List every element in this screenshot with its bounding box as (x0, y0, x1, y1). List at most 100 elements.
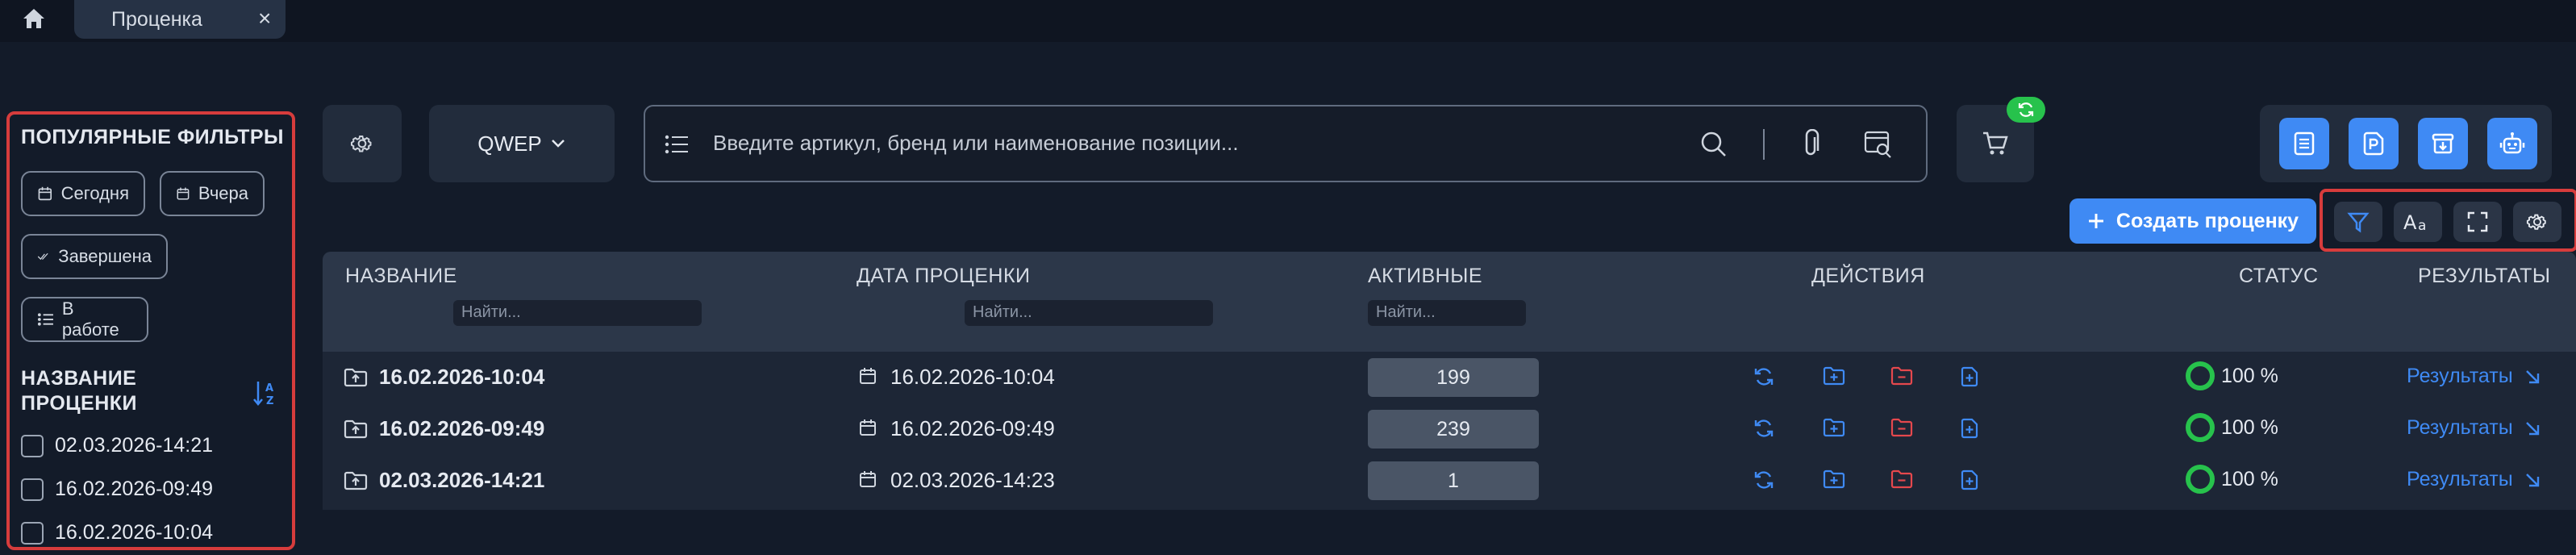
plus-icon (2088, 214, 2103, 228)
fullscreen-icon (2467, 211, 2488, 232)
row-date: 02.03.2026-14:23 (890, 468, 1055, 492)
filter-icon (2347, 212, 2370, 233)
sidebar-filters: ПОПУЛЯРНЫЕ ФИЛЬТРЫ Сегодня Вчера Заверше… (6, 111, 295, 550)
folder-remove-icon[interactable] (1890, 366, 1913, 386)
table-body: 16.02.2026-10:04 16.02.2026-10:04 199 10… (323, 352, 2576, 510)
sort-az-button[interactable]: AZ (252, 379, 277, 407)
home-button[interactable] (11, 0, 56, 37)
row-date: 16.02.2026-09:49 (890, 416, 1055, 440)
name-filter-item-label: 16.02.2026-09:49 (55, 478, 214, 500)
row-name[interactable]: 02.03.2026-14:21 (379, 468, 544, 493)
name-filter-item[interactable]: 02.03.2026-14:21 (21, 434, 213, 457)
table-row[interactable]: 16.02.2026-09:49 16.02.2026-09:49 239 10… (323, 403, 2576, 453)
chevron-down-icon (551, 140, 565, 148)
robot-button[interactable] (2487, 118, 2537, 169)
search-input[interactable]: Введите артикул, бренд или наименование … (713, 131, 1239, 156)
paperclip-icon[interactable] (1799, 129, 1823, 160)
file-add-icon[interactable] (1960, 469, 1979, 490)
column-header-name[interactable]: НАЗВАНИЕ (345, 265, 457, 288)
sync-icon (2018, 102, 2034, 117)
arrow-down-right-icon (2525, 473, 2539, 486)
checkbox[interactable] (21, 478, 44, 501)
robot-icon (2499, 132, 2525, 154)
home-icon (23, 9, 44, 28)
source-select-label: QWEP (477, 131, 542, 156)
refresh-icon[interactable] (1753, 418, 1774, 439)
active-filter-input[interactable]: Найти... (1368, 300, 1526, 326)
row-status-value: 100 % (2221, 364, 2278, 387)
calendar-icon (860, 368, 876, 384)
row-name[interactable]: 16.02.2026-10:04 (379, 365, 544, 390)
column-header-active[interactable]: АКТИВНЫЕ (1368, 265, 1482, 288)
calendar-icon (38, 186, 52, 201)
svg-text:a: a (2418, 218, 2426, 233)
document-button[interactable] (2279, 118, 2329, 169)
document-p-icon (2363, 131, 2384, 156)
svg-text:A: A (2403, 211, 2417, 233)
tab-procenka[interactable]: Проценка × (74, 0, 286, 39)
column-header-actions: ДЕЙСТВИЯ (1811, 265, 1925, 287)
tab-close-icon[interactable]: × (258, 7, 271, 30)
calendar-icon (177, 187, 190, 200)
cart-icon (1983, 131, 2008, 155)
name-filter-item[interactable]: 16.02.2026-10:04 (21, 521, 213, 545)
name-filter-item[interactable]: 16.02.2026-09:49 (21, 478, 213, 501)
price-document-button[interactable] (2349, 118, 2399, 169)
settings-button[interactable] (323, 105, 402, 182)
search-icon[interactable] (1700, 131, 1728, 158)
font-size-button[interactable]: Aa (2394, 202, 2442, 242)
folder-upload-icon (344, 419, 368, 439)
name-filter-item-label: 02.03.2026-14:21 (55, 434, 214, 457)
document-list-icon (2294, 131, 2315, 156)
row-results-link[interactable]: Результаты (2407, 365, 2541, 388)
filter-today-button[interactable]: Сегодня (21, 171, 145, 216)
filter-button[interactable] (2334, 202, 2382, 242)
folder-add-icon[interactable] (1823, 366, 1845, 386)
row-results-label: Результаты (2407, 365, 2513, 387)
archive-download-button[interactable] (2418, 118, 2468, 169)
table-header: НАЗВАНИЕ Найти... ДАТА ПРОЦЕНКИ Найти...… (323, 252, 2576, 352)
row-results-link[interactable]: Результаты (2407, 468, 2541, 491)
filter-completed-button[interactable]: Завершена (21, 234, 168, 279)
file-add-icon[interactable] (1960, 418, 1979, 439)
table-row[interactable]: 16.02.2026-10:04 16.02.2026-10:04 199 10… (323, 352, 2576, 402)
row-status: 100 % (2186, 413, 2278, 442)
refresh-icon[interactable] (1753, 469, 1774, 490)
column-header-results: РЕЗУЛЬТАТЫ (2418, 265, 2551, 287)
filter-in-progress-button[interactable]: В работе (21, 297, 148, 342)
source-select[interactable]: QWEP (429, 105, 615, 182)
refresh-icon[interactable] (1753, 366, 1774, 387)
date-filter-input[interactable]: Найти... (965, 300, 1213, 326)
folder-upload-icon (344, 368, 368, 387)
column-header-date[interactable]: ДАТА ПРОЦЕНКИ (857, 265, 1031, 288)
folder-remove-icon[interactable] (1890, 469, 1913, 489)
list-icon (665, 135, 688, 154)
row-status-value: 100 % (2221, 415, 2278, 439)
folder-add-icon[interactable] (1823, 469, 1845, 489)
table-settings-button[interactable] (2513, 202, 2561, 242)
filter-yesterday-button[interactable]: Вчера (160, 171, 265, 216)
search-history-icon[interactable] (1863, 129, 1894, 160)
name-filter-input[interactable]: Найти... (453, 300, 702, 326)
filter-today-label: Сегодня (60, 183, 129, 203)
popular-filters-title: ПОПУЛЯРНЫЕ ФИЛЬТРЫ (21, 126, 285, 148)
create-procenka-button[interactable]: Создать проценку (2070, 198, 2316, 244)
row-name[interactable]: 16.02.2026-09:49 (379, 416, 544, 441)
row-results-label: Результаты (2407, 468, 2513, 490)
row-results-link[interactable]: Результаты (2407, 416, 2541, 440)
folder-add-icon[interactable] (1823, 418, 1845, 437)
checkbox[interactable] (21, 434, 44, 457)
fullscreen-button[interactable] (2453, 202, 2502, 242)
checkbox[interactable] (21, 521, 44, 545)
filter-completed-label: Завершена (58, 246, 152, 266)
folder-remove-icon[interactable] (1890, 418, 1913, 437)
status-ring-icon (2186, 361, 2215, 390)
arrow-down-right-icon (2525, 369, 2539, 383)
cart-sync-badge[interactable] (2007, 97, 2045, 123)
table-row[interactable]: 02.03.2026-14:21 02.03.2026-14:23 1 100 … (323, 455, 2576, 505)
quick-actions-panel (2260, 105, 2552, 182)
column-header-status[interactable]: СТАТУС (2239, 265, 2319, 288)
file-add-icon[interactable] (1960, 366, 1979, 387)
gear-icon (351, 136, 372, 152)
filter-in-progress-label: В работе (61, 298, 119, 340)
